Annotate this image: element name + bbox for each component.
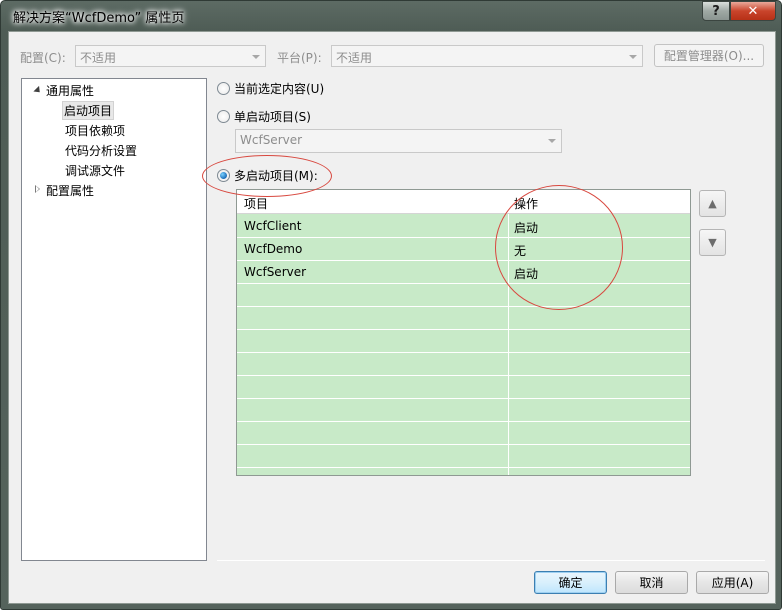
empty-row [237, 422, 690, 445]
chevron-down-icon [629, 55, 637, 59]
title-bar[interactable]: 解决方案“WcfDemo” 属性页 ? ✕ [1, 1, 781, 29]
radio-single-startup[interactable]: 单启动项目(S) [217, 108, 311, 125]
tree-item-project-dependencies[interactable]: 项目依赖项 [65, 122, 125, 139]
radio-single-startup-label: 单启动项目(S) [234, 110, 311, 124]
move-down-button[interactable]: ▼ [699, 229, 726, 256]
radio-current-selection[interactable]: 当前选定内容(U) [217, 80, 324, 97]
startup-projects-grid: 项目 操作 WcfClient 启动 WcfDemo 无 WcfServer 启… [236, 189, 691, 476]
collapse-icon-inner [36, 186, 39, 192]
single-startup-dropdown[interactable]: WcfServer [235, 129, 562, 153]
radio-circle-selected[interactable] [217, 169, 230, 182]
arrow-up-icon: ▲ [708, 197, 717, 210]
ok-button[interactable]: 确定 [534, 571, 607, 594]
tree-item-common-properties[interactable]: 通用属性 [46, 82, 94, 99]
properties-dialog: 解决方案“WcfDemo” 属性页 ? ✕ 配置(C): 不适用 平台(P): … [0, 0, 782, 610]
radio-circle[interactable] [217, 110, 230, 123]
config-manager-button[interactable]: 配置管理器(O)... [654, 44, 764, 67]
table-row[interactable]: WcfServer 启动 [237, 261, 690, 284]
radio-multiple-startup-label: 多启动项目(M): [234, 169, 318, 183]
empty-row [237, 307, 690, 330]
header-action[interactable]: 操作 [514, 195, 538, 212]
close-button[interactable]: ✕ [730, 1, 776, 21]
tree-item-startup-project[interactable]: 启动项目 [62, 101, 115, 120]
chevron-down-icon [252, 55, 260, 59]
tree-item-debug-source-files[interactable]: 调试源文件 [65, 162, 125, 179]
platform-dropdown[interactable]: 不适用 [331, 45, 643, 67]
ok-label: 确定 [558, 576, 583, 590]
platform-dropdown-value: 不适用 [336, 51, 373, 65]
close-icon: ✕ [747, 3, 759, 19]
row-action[interactable]: 无 [514, 242, 526, 259]
row-project: WcfServer [244, 265, 307, 279]
empty-row [237, 445, 690, 468]
empty-row [237, 399, 690, 422]
config-manager-label: 配置管理器(O)... [663, 49, 755, 63]
table-row[interactable]: WcfClient 启动 [237, 215, 690, 238]
row-action[interactable]: 启动 [514, 219, 538, 236]
apply-label: 应用(A) [711, 576, 754, 590]
row-project: WcfClient [244, 219, 302, 233]
empty-row [237, 330, 690, 353]
help-icon: ? [712, 3, 720, 19]
move-up-button[interactable]: ▲ [699, 190, 726, 217]
empty-row [237, 284, 690, 307]
radio-circle[interactable] [217, 82, 230, 95]
single-startup-value: WcfServer [240, 133, 303, 147]
tree-item-code-analysis[interactable]: 代码分析设置 [65, 142, 137, 159]
cancel-button[interactable]: 取消 [615, 571, 688, 594]
config-label: 配置(C): [20, 51, 66, 65]
radio-current-selection-label: 当前选定内容(U) [234, 82, 325, 96]
grid-header: 项目 操作 [237, 190, 690, 214]
empty-row [237, 353, 690, 376]
apply-button[interactable]: 应用(A) [696, 571, 769, 594]
header-project[interactable]: 项目 [244, 195, 268, 212]
help-button[interactable]: ? [702, 1, 730, 21]
dialog-client-area: 配置(C): 不适用 平台(P): 不适用 配置管理器(O)... 通用属性 启… [8, 31, 776, 604]
separator [217, 560, 765, 561]
radio-multiple-startup[interactable]: 多启动项目(M): [217, 167, 318, 184]
empty-row [237, 376, 690, 399]
window-title: 解决方案“WcfDemo” 属性页 [13, 11, 185, 26]
platform-label: 平台(P): [277, 51, 322, 65]
expand-icon[interactable] [33, 85, 43, 96]
config-dropdown[interactable]: 不适用 [75, 45, 266, 67]
cancel-label: 取消 [639, 576, 664, 590]
row-project: WcfDemo [244, 242, 303, 256]
arrow-down-icon: ▼ [708, 236, 717, 249]
property-tree: 通用属性 启动项目 项目依赖项 代码分析设置 调试源文件 配置属性 [21, 78, 207, 561]
tree-item-configuration-properties[interactable]: 配置属性 [46, 182, 94, 199]
config-dropdown-value: 不适用 [80, 51, 117, 65]
row-action[interactable]: 启动 [514, 265, 538, 282]
chevron-down-icon [548, 139, 556, 143]
table-row[interactable]: WcfDemo 无 [237, 238, 690, 261]
